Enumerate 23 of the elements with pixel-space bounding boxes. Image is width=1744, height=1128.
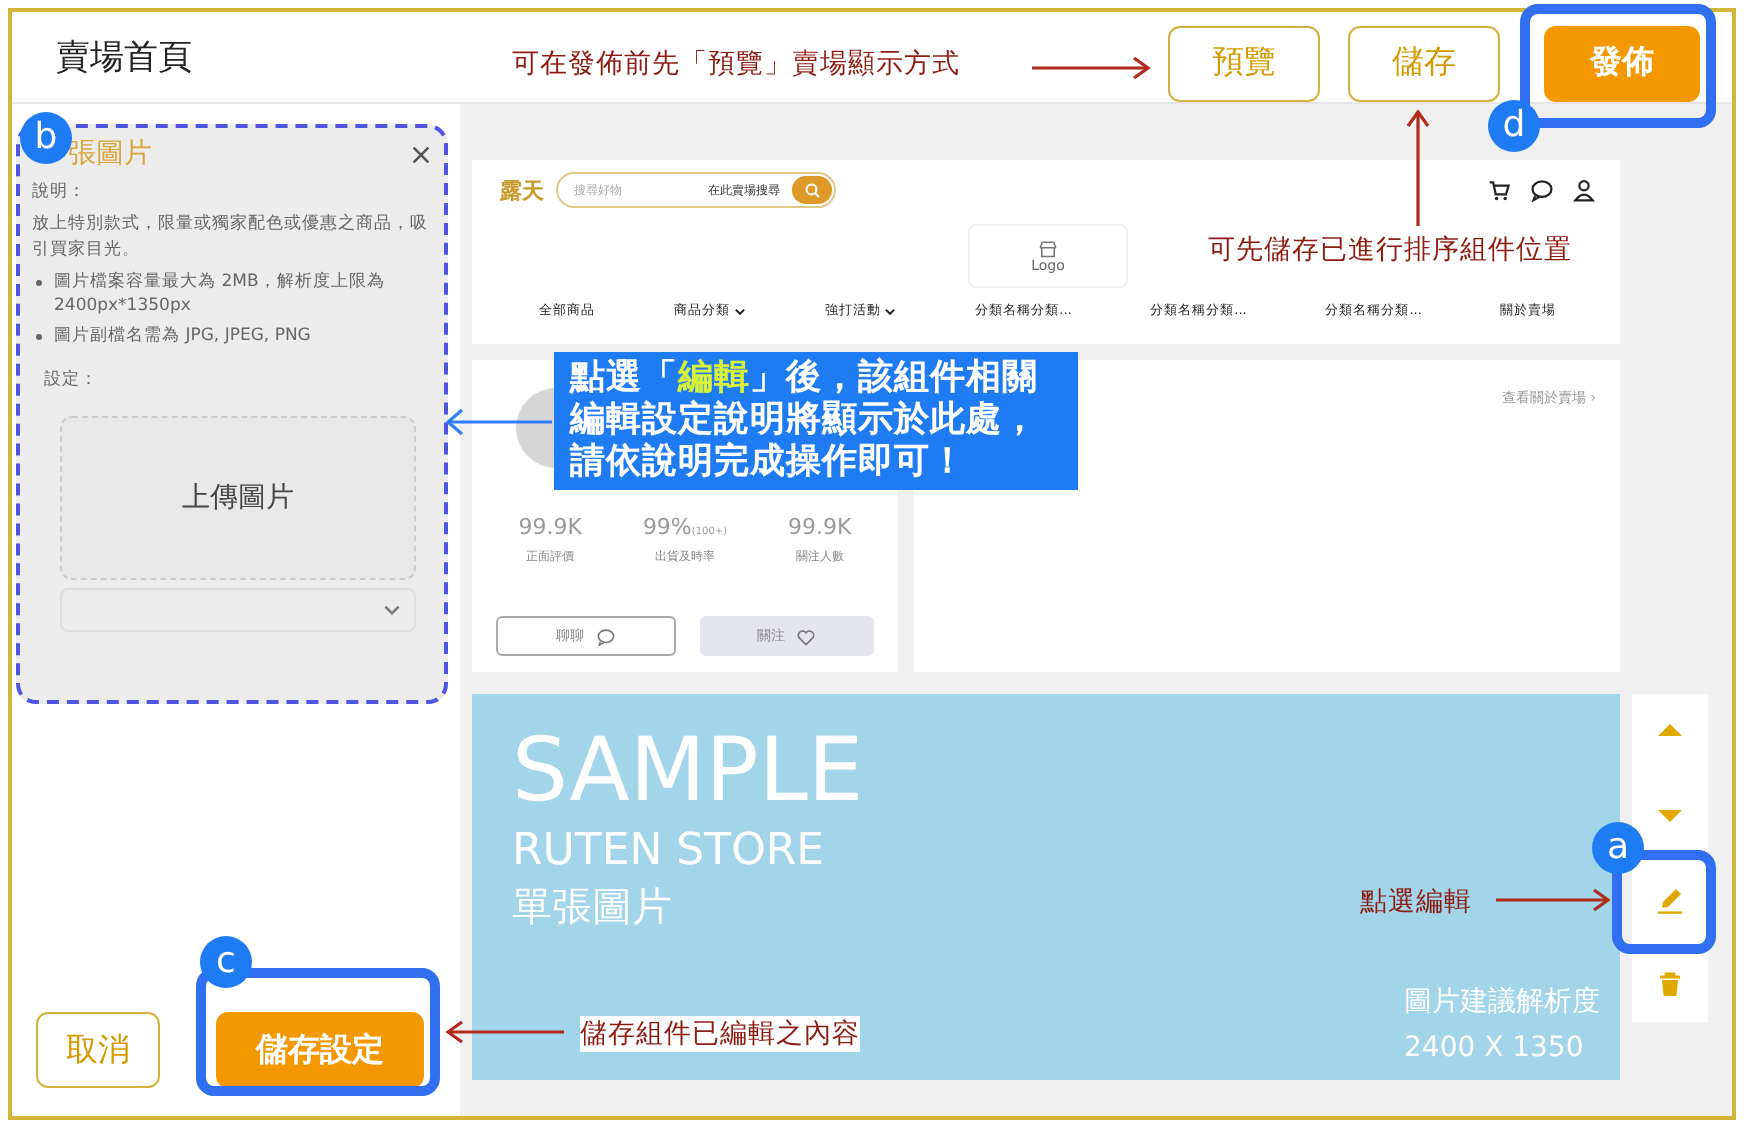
- panel-title: 張圖片: [68, 136, 152, 172]
- stat-value: 99.9K: [518, 514, 582, 540]
- banner-caption: 單張圖片: [512, 880, 672, 935]
- stat-value: 99%: [642, 514, 692, 540]
- annotation-text: 可在發佈前先「預覽」賣場顯示方式: [512, 46, 960, 82]
- callout-text: 點選「編輯」後，該組件相關編輯設定說明將顯示於此處，請依說明完成操作即可！: [554, 352, 1078, 490]
- resolution-value: 2400 X 1350: [1404, 1032, 1586, 1064]
- store-logo: 露天: [500, 175, 544, 205]
- banner-subtitle: RUTEN STORE: [512, 826, 825, 877]
- banner-title: SAMPLE: [512, 726, 864, 819]
- panel-heading: 說明：: [32, 180, 88, 205]
- annotation-text: 儲存組件已編輯之內容: [580, 1016, 860, 1052]
- bullet-text: 圖片副檔名需為 JPG, JPEG, PNG: [54, 323, 311, 348]
- annotation-text: 可先儲存已進行排序組件位置: [1208, 232, 1572, 268]
- stat-value: 99.9K: [788, 514, 852, 540]
- annotation-text: 點選編輯: [1360, 884, 1472, 920]
- panel-description: 放上特別款式，限量或獨家配色或優惠之商品，吸引買家目光。: [32, 212, 430, 262]
- upload-label: 上傳圖片: [182, 480, 294, 517]
- upload-area[interactable]: 上傳圖片: [60, 416, 416, 581]
- settings-label: 設定：: [42, 367, 100, 393]
- resolution-label: 圖片建議解析度: [1404, 984, 1600, 1020]
- bullet-text: 圖片檔案容量最大為 2MB，解析度上限為 2400px*1350px: [54, 269, 387, 320]
- page-title: 賣場首頁: [56, 36, 192, 80]
